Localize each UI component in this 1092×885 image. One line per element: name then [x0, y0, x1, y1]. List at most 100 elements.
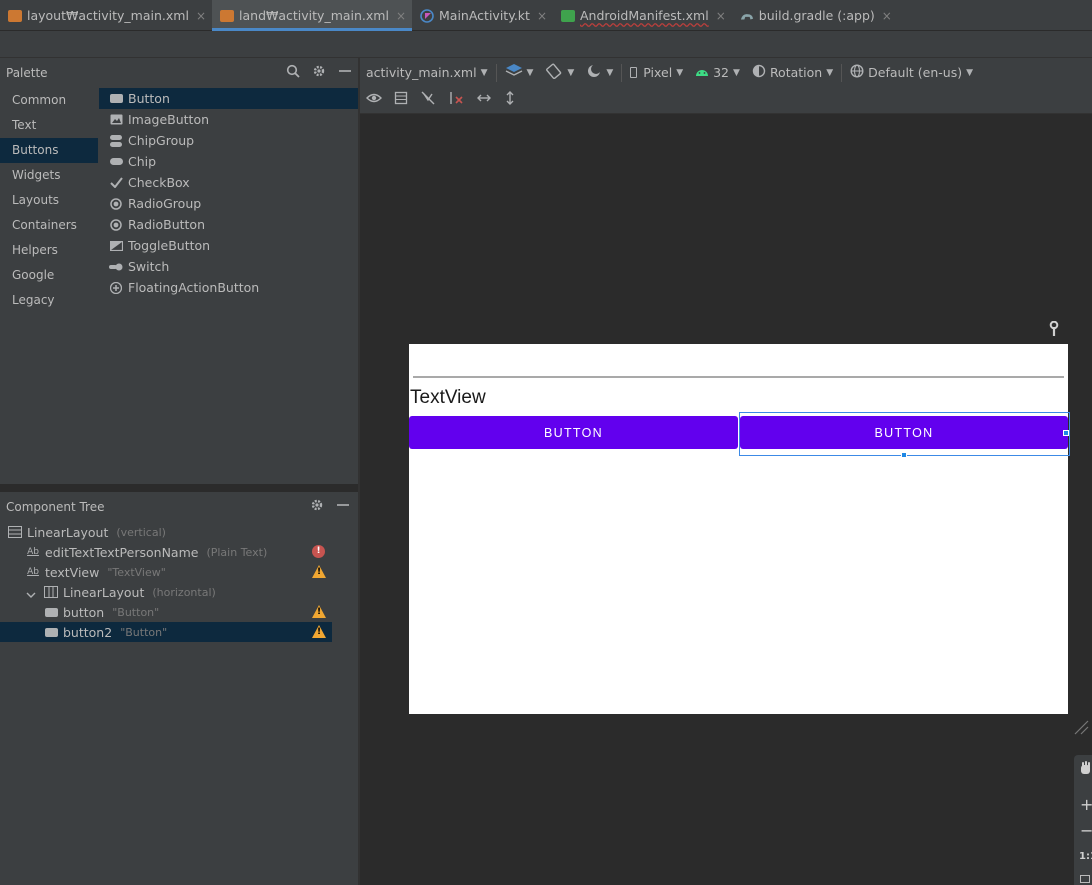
component-tree-title: Component Tree	[6, 499, 105, 514]
night-mode-button[interactable]: ▼	[580, 63, 619, 82]
button-preview[interactable]: BUTTON	[409, 416, 738, 449]
palette-item[interactable]: ChipGroup	[99, 130, 358, 151]
switch-icon	[109, 261, 123, 273]
button-icon	[44, 626, 58, 638]
palette-item-label: ToggleButton	[128, 238, 211, 253]
resize-handle[interactable]	[901, 452, 907, 458]
tree-row[interactable]: LinearLayout (vertical)	[0, 522, 332, 542]
close-icon[interactable]: ×	[882, 9, 892, 23]
android-icon	[695, 65, 709, 80]
editor-tab[interactable]: AndroidManifest.xml ×	[553, 0, 732, 31]
orientation-label: Rotation	[769, 65, 823, 80]
night-mode-icon	[586, 63, 602, 82]
image-button-icon	[109, 114, 123, 126]
editor-tab-label: AndroidManifest.xml	[580, 8, 709, 23]
theme-icon	[752, 64, 766, 81]
textview-preview[interactable]: TextView	[410, 387, 486, 409]
close-icon[interactable]: ×	[196, 9, 206, 23]
palette-item[interactable]: Button	[99, 88, 358, 109]
palette-item-label: Chip	[128, 154, 157, 169]
palette-item[interactable]: CheckBox	[99, 172, 358, 193]
pan-hand-icon[interactable]	[1078, 761, 1092, 779]
palette-item[interactable]: RadioButton	[99, 214, 358, 235]
gear-icon[interactable]	[312, 64, 326, 82]
palette-item[interactable]: FloatingActionButton	[99, 277, 358, 298]
minimize-icon[interactable]	[338, 64, 352, 82]
warning-icon[interactable]	[312, 565, 326, 578]
autoconnect-off-icon[interactable]	[420, 91, 436, 109]
palette-item[interactable]: RadioGroup	[99, 193, 358, 214]
minimize-icon[interactable]	[336, 498, 350, 516]
tree-row[interactable]: Ab editTextTextPersonName (Plain Text)!	[0, 542, 332, 562]
editor-tab[interactable]: MainActivity.kt ×	[412, 0, 553, 31]
editor-tab-bar: layout₩activity_main.xml × land₩activity_m…	[0, 0, 1092, 31]
editor-tab[interactable]: layout₩activity_main.xml ×	[0, 0, 212, 31]
tree-row[interactable]: button "Button"	[0, 602, 332, 622]
theme-dropdown[interactable]: Rotation ▼	[746, 64, 839, 81]
zoom-in-icon[interactable]: +	[1080, 795, 1092, 814]
clear-constraints-icon[interactable]	[448, 91, 464, 109]
editor-tab-label: build.gradle (:app)	[758, 8, 875, 23]
chevron-down-icon[interactable]	[26, 587, 36, 602]
editor-tab[interactable]: build.gradle (:app) ×	[732, 0, 898, 31]
wrench-icon[interactable]	[1047, 320, 1061, 340]
palette-item-label: Button	[128, 91, 170, 106]
chevron-down-icon: ▼	[966, 67, 974, 78]
tree-row[interactable]: Ab textView "TextView"	[0, 562, 332, 582]
palette-item[interactable]: Chip	[99, 151, 358, 172]
close-icon[interactable]: ×	[537, 9, 547, 23]
component-tree-list: LinearLayout (vertical) Ab editTextTextPers…	[0, 522, 332, 642]
layout-xml-icon	[220, 9, 235, 22]
tree-row-detail: (horizontal)	[152, 585, 216, 599]
warning-icon[interactable]	[312, 625, 326, 638]
editor-sub-toolbar	[0, 31, 1092, 58]
palette-category-buttons[interactable]: Buttons	[0, 138, 98, 163]
resize-handle[interactable]	[1063, 430, 1069, 436]
device-dropdown[interactable]: Pixel ▼	[624, 65, 689, 80]
tree-row[interactable]: button2 "Button"	[0, 622, 332, 642]
palette-item[interactable]: ImageButton	[99, 109, 358, 130]
blueprint-icon[interactable]	[394, 91, 408, 109]
palette-category-legacy[interactable]: Legacy	[0, 288, 98, 313]
palette-category-containers[interactable]: Containers	[0, 213, 98, 238]
editor-tab[interactable]: land₩activity_main.xml ×	[212, 0, 413, 31]
palette-category-layouts[interactable]: Layouts	[0, 188, 98, 213]
close-icon[interactable]: ×	[716, 9, 726, 23]
globe-icon	[850, 64, 864, 81]
radio-group-icon	[109, 197, 123, 210]
search-icon[interactable]	[286, 64, 300, 82]
expand-horizontal-icon[interactable]	[476, 92, 492, 108]
linear-horizontal-icon	[44, 586, 58, 598]
design-surface-button[interactable]: ▼	[499, 63, 540, 82]
tree-row[interactable]: LinearLayout (horizontal)	[0, 582, 332, 602]
zoom-out-icon[interactable]: −	[1080, 821, 1092, 840]
palette-header: Palette	[0, 58, 358, 87]
palette-category-common[interactable]: Common	[0, 88, 98, 113]
edit-text-person-name[interactable]	[413, 376, 1064, 378]
tree-row-name: LinearLayout	[63, 584, 145, 600]
palette-category-helpers[interactable]: Helpers	[0, 238, 98, 263]
gear-icon[interactable]	[310, 498, 324, 516]
device-preview[interactable]: TextView BUTTON BUTTON	[409, 344, 1070, 714]
resize-corner-icon[interactable]	[1073, 719, 1089, 738]
expand-vertical-icon[interactable]	[504, 90, 516, 110]
editor-tab-label: land₩activity_main.xml	[239, 8, 389, 23]
close-icon[interactable]: ×	[396, 9, 406, 23]
component-tree-header: Component Tree	[0, 492, 358, 521]
layout-file-dropdown[interactable]: activity_main.xml ▼	[360, 65, 494, 80]
palette-category-widgets[interactable]: Widgets	[0, 163, 98, 188]
locale-dropdown[interactable]: Default (en-us) ▼	[844, 64, 979, 81]
orientation-button[interactable]: ▼	[539, 63, 580, 82]
error-icon[interactable]: !	[312, 545, 325, 558]
warning-icon[interactable]	[312, 605, 326, 618]
zoom-ratio-label[interactable]: 1:1	[1079, 851, 1092, 862]
eye-icon[interactable]	[366, 92, 382, 108]
fit-screen-icon[interactable]	[1080, 875, 1090, 883]
palette-item[interactable]: Switch	[99, 256, 358, 277]
api-level-dropdown[interactable]: 32 ▼	[689, 65, 746, 80]
palette-category-google[interactable]: Google	[0, 263, 98, 288]
palette-category-text[interactable]: Text	[0, 113, 98, 138]
checkbox-icon	[109, 177, 123, 189]
toolbar-divider	[495, 63, 497, 82]
palette-item[interactable]: ToggleButton	[99, 235, 358, 256]
